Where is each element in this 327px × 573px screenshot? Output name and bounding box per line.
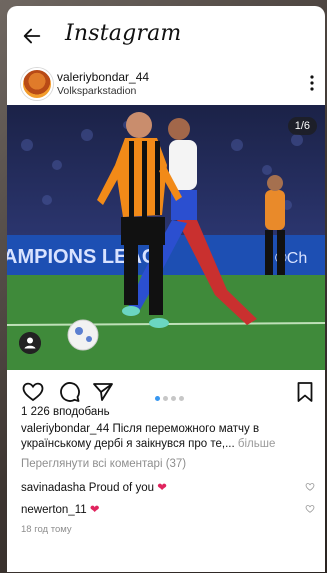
likes-count[interactable]: 1 226 вподобань (21, 406, 110, 418)
view-all-comments-link[interactable]: Переглянути всі коментарі (37) (21, 458, 186, 470)
carousel-counter: 1/6 (287, 117, 317, 135)
instagram-logo: Instagram (65, 21, 182, 46)
user-tag-icon[interactable] (19, 332, 41, 354)
carousel-dot (179, 396, 184, 401)
avatar[interactable] (21, 68, 53, 100)
post-photo[interactable]: AMPIONS LEAG ©Ch 1/6 (7, 105, 325, 370)
comment-row: savinadasha Proud of you ❤ (21, 480, 167, 494)
comment-emoji: ❤ (89, 504, 100, 516)
carousel-indicator (155, 388, 187, 401)
caption-username[interactable]: valeriybondar_44 (21, 423, 109, 435)
comment-emoji: ❤ (157, 482, 167, 494)
back-arrow-icon[interactable] (21, 25, 43, 47)
comment-username[interactable]: savinadasha (21, 482, 86, 494)
comment-row: newerton_11 ❤ (21, 502, 100, 516)
carousel-dot (171, 396, 176, 401)
send-icon[interactable] (91, 380, 115, 404)
heart-icon[interactable] (21, 380, 45, 404)
carousel-dot (163, 396, 168, 401)
comment-text: Proud of you (88, 482, 154, 494)
comment-like-icon[interactable] (305, 504, 315, 514)
instagram-screen: Instagram valeriybondar_44 Volksparkstad… (7, 6, 325, 572)
top-bar: Instagram (7, 6, 325, 64)
post-timestamp: 18 год тому (21, 524, 72, 535)
comment-icon[interactable] (57, 380, 81, 404)
post-location[interactable]: Volksparkstadion (57, 85, 136, 97)
caption-more-link[interactable]: більше (238, 438, 275, 450)
post-header: valeriybondar_44 Volksparkstadion (7, 66, 325, 104)
match-photo-illustration: AMPIONS LEAG ©Ch (7, 105, 325, 370)
post-caption: valeriybondar_44 Після переможного матчу… (21, 422, 321, 452)
comment-like-icon[interactable] (305, 482, 315, 492)
more-options-icon[interactable] (309, 74, 315, 92)
carousel-dot-active (155, 396, 160, 401)
post-username[interactable]: valeriybondar_44 (57, 70, 149, 84)
comment-username[interactable]: newerton_11 (21, 504, 87, 516)
bookmark-icon[interactable] (293, 380, 317, 404)
post-actions (7, 378, 325, 406)
